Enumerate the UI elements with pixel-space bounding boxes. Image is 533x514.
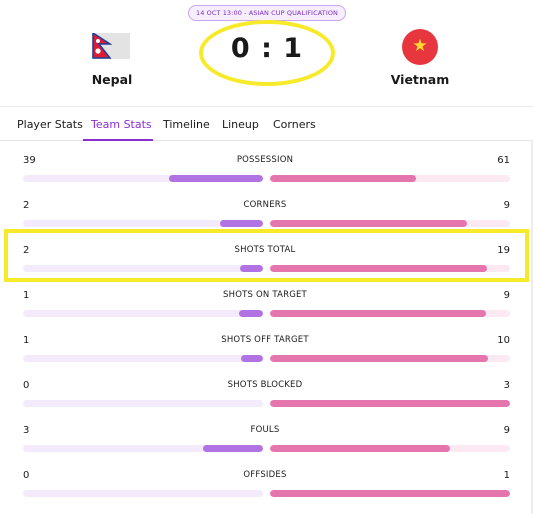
tab-timeline[interactable]: Timeline xyxy=(163,118,210,131)
away-stat-bar-fill xyxy=(270,355,489,362)
home-stat-value: 39 xyxy=(23,155,36,166)
home-stat-bar xyxy=(23,175,263,182)
away-stat-value: 9 xyxy=(503,200,510,211)
home-stat-bar xyxy=(23,355,263,362)
away-stat-bar xyxy=(270,175,510,182)
away-stat-bar xyxy=(270,310,510,317)
away-stat-value: 10 xyxy=(497,335,510,346)
stats-tab-bar: Player Stats Team Stats Timeline Lineup … xyxy=(0,106,533,141)
tab-team-stats[interactable]: Team Stats xyxy=(91,118,152,131)
home-stat-bar-fill xyxy=(169,175,263,182)
stat-row: 0 SHOTS BLOCKED 3 xyxy=(0,366,533,411)
home-stat-bar-fill xyxy=(203,445,263,452)
away-stat-bar-fill xyxy=(270,220,467,227)
home-stat-bar xyxy=(23,445,263,452)
stat-row: 0 OFFSIDES 1 xyxy=(0,456,533,501)
match-header: 14 OCT 13:00 - ASIAN CUP QUALIFICATION N… xyxy=(0,0,533,106)
stat-label: SHOTS OFF TARGET xyxy=(221,335,309,345)
away-stat-bar xyxy=(270,220,510,227)
home-stat-bar-fill xyxy=(239,310,263,317)
stat-label: OFFSIDES xyxy=(243,470,287,480)
stat-row: 1 SHOTS OFF TARGET 10 xyxy=(0,321,533,366)
stat-row: 3 FOULS 9 xyxy=(0,411,533,456)
away-stat-bar-fill xyxy=(270,175,417,182)
stat-label: SHOTS BLOCKED xyxy=(227,380,303,390)
home-stat-bar xyxy=(23,490,263,497)
away-stat-value: 1 xyxy=(503,470,510,481)
away-stat-bar-fill xyxy=(270,310,486,317)
home-stat-value: 0 xyxy=(23,470,30,481)
away-stat-bar-fill xyxy=(270,445,450,452)
tab-player-stats[interactable]: Player Stats xyxy=(17,118,83,131)
away-stat-bar xyxy=(270,445,510,452)
home-stat-value: 0 xyxy=(23,380,30,391)
away-stat-bar xyxy=(270,355,510,362)
home-stat-value: 2 xyxy=(23,200,30,211)
nepal-flag-icon xyxy=(92,33,130,59)
home-stat-bar xyxy=(23,310,263,317)
stat-label: POSSESSION xyxy=(236,155,294,165)
home-stat-bar-fill xyxy=(241,355,263,362)
vietnam-flag-icon: ★ xyxy=(402,29,438,65)
home-stat-bar xyxy=(23,220,263,227)
home-stat-value: 1 xyxy=(23,290,30,301)
away-stat-bar-fill xyxy=(270,400,510,407)
home-stat-value: 1 xyxy=(23,335,30,346)
stat-row: 1 SHOTS ON TARGET 9 xyxy=(0,276,533,321)
shots-total-highlight xyxy=(4,229,529,282)
away-stat-bar xyxy=(270,400,510,407)
match-score: 0 : 1 xyxy=(230,33,304,64)
away-stat-value: 9 xyxy=(503,425,510,436)
stat-row: 2 CORNERS 9 xyxy=(0,186,533,231)
away-stat-value: 61 xyxy=(497,155,510,166)
away-stat-bar-fill xyxy=(270,490,510,497)
home-stat-value: 3 xyxy=(23,425,30,436)
home-stat-bar-fill xyxy=(219,220,263,227)
home-team-name: Nepal xyxy=(91,72,133,87)
stat-label: CORNERS xyxy=(243,200,287,210)
competition-badge: 14 OCT 13:00 - ASIAN CUP QUALIFICATION xyxy=(188,5,346,21)
away-stat-value: 3 xyxy=(503,380,510,391)
stat-row: 39 POSSESSION 61 xyxy=(0,141,533,186)
away-team-name: Vietnam xyxy=(390,72,450,87)
stat-label: SHOTS ON TARGET xyxy=(223,290,307,300)
stat-label: FOULS xyxy=(250,425,280,435)
home-stat-bar xyxy=(23,400,263,407)
tab-corners[interactable]: Corners xyxy=(273,118,316,131)
away-stat-bar xyxy=(270,490,510,497)
tab-lineup[interactable]: Lineup xyxy=(222,118,259,131)
away-stat-value: 9 xyxy=(503,290,510,301)
